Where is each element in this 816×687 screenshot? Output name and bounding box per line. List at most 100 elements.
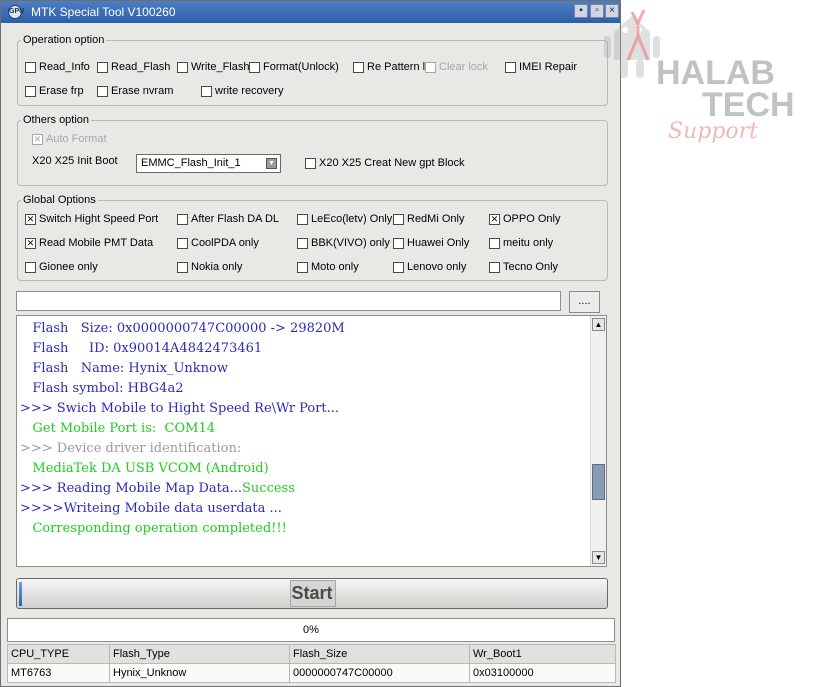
global-lenovo-only-checkbox[interactable]: Lenovo only <box>393 260 466 274</box>
log-line: >>>>Writeing Mobile data userdata ... <box>20 499 588 519</box>
title-bar[interactable]: GPU MTK Special Tool V100260 ▪ ▫ × <box>1 1 620 23</box>
chevron-down-icon[interactable]: ▼ <box>266 158 277 169</box>
global-nokia-only-checkbox-label: Nokia only <box>191 261 243 273</box>
global-switch-hight-speed-port-checkbox-label: Switch Hight Speed Port <box>39 213 159 225</box>
global-gionee-only-checkbox[interactable]: Gionee only <box>25 260 98 274</box>
table-row: CPU_TYPE Flash_Type Flash_Size Wr_Boot1 <box>7 644 616 664</box>
table-row: MT6763 Hynix_Unknow 0000000747C00000 0x0310… <box>7 663 616 683</box>
global-meitu-only-checkbox-check-icon <box>489 237 500 249</box>
op-read-flash-checkbox-check-icon <box>97 61 108 73</box>
log-line: Corresponding operation completed!!! <box>20 519 588 539</box>
op-write-flash-checkbox[interactable]: Write_Flash <box>177 60 249 74</box>
op-read-info-checkbox[interactable]: Read_Info <box>25 60 90 74</box>
scroll-up-icon[interactable]: ▲ <box>592 318 605 331</box>
global-switch-hight-speed-port-checkbox[interactable]: ✕ Switch Hight Speed Port <box>25 212 158 226</box>
global-after-flash-da-dl-checkbox[interactable]: After Flash DA DL <box>177 212 279 226</box>
file-path-input[interactable] <box>16 291 561 311</box>
op-erase-nvram-checkbox[interactable]: Erase nvram <box>97 84 173 98</box>
global-leeco-letv-only-checkbox-check-icon <box>297 213 308 225</box>
op-erase-frp-checkbox[interactable]: Erase frp <box>25 84 84 98</box>
init-boot-select[interactable]: EMMC_Flash_Init_1 ▼ <box>136 154 281 173</box>
start-button[interactable]: Start <box>16 578 608 609</box>
op-write-recovery-checkbox-label: write recovery <box>215 85 284 97</box>
global-tecno-only-checkbox-label: Tecno Only <box>503 261 559 273</box>
global-coolpda-only-checkbox[interactable]: CoolPDA only <box>177 236 259 250</box>
log-line: Flash Name: Hynix_Unknow <box>20 359 588 379</box>
global-moto-only-checkbox[interactable]: Moto only <box>297 260 359 274</box>
op-read-flash-checkbox-label: Read_Flash <box>111 61 171 73</box>
info-value-cell: 0000000747C00000 <box>289 663 470 683</box>
progress-bar: 0% <box>7 618 615 642</box>
auto-format-checkbox[interactable]: ✕ Auto Format <box>32 132 107 146</box>
log-line: MediaTek DA USB VCOM (Android) <box>20 459 588 479</box>
android-leg-left <box>620 60 628 78</box>
op-write-flash-checkbox-check-icon <box>177 61 188 73</box>
info-table-body: CPU_TYPE Flash_Type Flash_Size Wr_Boot1 MT67… <box>7 644 616 683</box>
op-erase-frp-checkbox-label: Erase frp <box>39 85 84 97</box>
op-clear-lock-checkbox-label: Clear lock <box>439 61 488 73</box>
scroll-down-icon[interactable]: ▼ <box>592 551 605 564</box>
op-re-pattern-l-checkbox-label: Re Pattern l <box>367 61 426 73</box>
global-meitu-only-checkbox[interactable]: meitu only <box>489 236 553 250</box>
global-huawei-only-checkbox[interactable]: Huawei Only <box>393 236 469 250</box>
op-imei-repair-checkbox[interactable]: IMEI Repair <box>505 60 577 74</box>
log-line-segment: Flash symbol: HBG4a2 <box>20 381 184 396</box>
global-gionee-only-checkbox-check-icon <box>25 261 36 273</box>
log-scrollbar[interactable]: ▲ ▼ <box>590 316 606 566</box>
log-line-segment: Success <box>242 481 295 496</box>
start-label: Start <box>291 583 333 603</box>
global-bbk-vivo-only-checkbox-check-icon <box>297 237 308 249</box>
log-line-segment: MediaTek DA USB VCOM (Android) <box>20 461 269 476</box>
watermark-line3: Support <box>668 119 758 144</box>
op-read-flash-checkbox[interactable]: Read_Flash <box>97 60 170 74</box>
auto-format-check-icon: ✕ <box>32 133 43 145</box>
op-re-pattern-l-checkbox-check-icon <box>353 61 364 73</box>
op-imei-repair-checkbox-check-icon <box>505 61 516 73</box>
global-meitu-only-checkbox-label: meitu only <box>503 237 554 249</box>
global-moto-only-checkbox-label: Moto only <box>311 261 359 273</box>
global-bbk-vivo-only-checkbox[interactable]: BBK(VIVO) only <box>297 236 390 250</box>
minimize-button[interactable]: ▪ <box>574 4 588 18</box>
op-read-info-checkbox-check-icon <box>25 61 36 73</box>
operation-option-legend: Operation option <box>23 34 105 46</box>
log-line: Flash symbol: HBG4a2 <box>20 379 588 399</box>
global-leeco-letv-only-checkbox[interactable]: LeEco(letv) Only <box>297 212 392 226</box>
info-header-cell: CPU_TYPE <box>7 644 110 664</box>
op-format-unlock-checkbox-label: Format(Unlock) <box>263 61 339 73</box>
op-write-recovery-checkbox[interactable]: write recovery <box>201 84 283 98</box>
progress-text: 0% <box>303 624 319 636</box>
global-after-flash-da-dl-checkbox-label: After Flash DA DL <box>191 213 280 225</box>
op-imei-repair-checkbox-label: IMEI Repair <box>519 61 578 73</box>
browse-button[interactable]: .... <box>569 291 600 313</box>
log-line-segment: Flash Name: Hynix_Unknow <box>20 361 228 376</box>
init-boot-label: X20 X25 Init Boot <box>32 155 118 167</box>
op-write-recovery-checkbox-check-icon <box>201 85 212 97</box>
global-read-mobile-pmt-data-checkbox[interactable]: ✕ Read Mobile PMT Data <box>25 236 153 250</box>
global-bbk-vivo-only-checkbox-label: BBK(VIVO) only <box>311 237 390 249</box>
global-oppo-only-checkbox[interactable]: ✕ OPPO Only <box>489 212 560 226</box>
global-coolpda-only-checkbox-check-icon <box>177 237 188 249</box>
log-line: >>> Reading Mobile Map Data...Success <box>20 479 588 499</box>
others-option-group: Others option <box>17 114 608 186</box>
app-icon[interactable]: GPU <box>8 5 24 19</box>
global-oppo-only-checkbox-label: OPPO Only <box>503 213 561 225</box>
op-write-flash-checkbox-label: Write_Flash <box>191 61 250 73</box>
new-gpt-checkbox[interactable]: X20 X25 Creat New gpt Block <box>305 156 465 170</box>
android-arm-left <box>604 36 611 58</box>
op-clear-lock-checkbox-check-icon <box>425 61 436 73</box>
log-line-segment: Flash Size: 0x0000000747C00000 -> 29820M <box>20 321 345 336</box>
log-panel[interactable]: Flash Size: 0x0000000747C00000 -> 29820M… <box>16 315 607 567</box>
global-read-mobile-pmt-data-checkbox-check-icon: ✕ <box>25 237 36 249</box>
global-tecno-only-checkbox[interactable]: Tecno Only <box>489 260 558 274</box>
op-erase-frp-checkbox-check-icon <box>25 85 36 97</box>
global-redmi-only-checkbox[interactable]: RedMi Only <box>393 212 464 226</box>
info-value-cell: 0x03100000 <box>469 663 616 683</box>
op-re-pattern-l-checkbox[interactable]: Re Pattern l <box>353 60 425 74</box>
scroll-thumb[interactable] <box>592 464 605 500</box>
op-clear-lock-checkbox[interactable]: Clear lock <box>425 60 488 74</box>
new-gpt-check-icon <box>305 157 316 169</box>
op-erase-nvram-checkbox-check-icon <box>97 85 108 97</box>
op-format-unlock-checkbox[interactable]: Format(Unlock) <box>249 60 339 74</box>
log-line-segment: >>>>Writeing Mobile data userdata ... <box>20 501 282 516</box>
global-nokia-only-checkbox[interactable]: Nokia only <box>177 260 242 274</box>
